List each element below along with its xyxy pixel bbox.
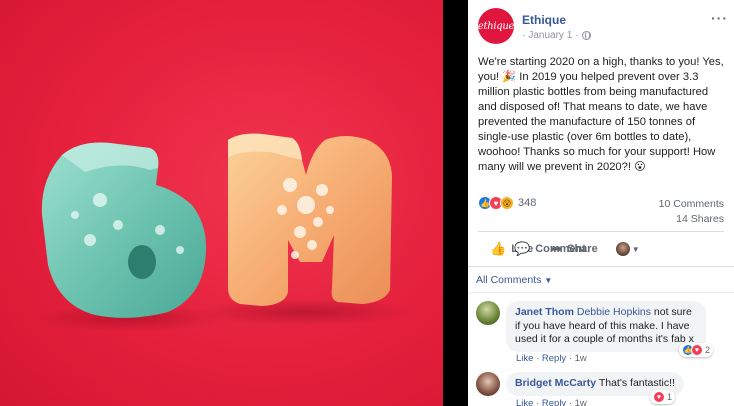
- post-photo[interactable]: [0, 0, 443, 406]
- globe-icon: [581, 31, 591, 40]
- comment-author-link[interactable]: Janet Thom: [515, 306, 574, 318]
- comment-author-link[interactable]: Bridget McCarty: [515, 377, 596, 389]
- page-name-link[interactable]: Ethique: [522, 13, 566, 27]
- comment-time[interactable]: 1w: [575, 353, 587, 364]
- post-actions-bar: 👍 Like 💬 Comment ➦ Share ▼: [478, 237, 724, 261]
- love-icon: ♥: [653, 391, 665, 403]
- meta-separator: ·: [522, 30, 526, 41]
- post-body-text: We're starting 2020 on a high, thanks to…: [478, 56, 724, 173]
- comment-reactions[interactable]: 👍 ♥ 2: [679, 343, 714, 357]
- post-meta: · January 1 ·: [522, 30, 591, 41]
- meta-separator-2: ·: [575, 30, 579, 41]
- comments-count-link[interactable]: 10 Comments: [659, 197, 724, 212]
- soap-6m-image: [35, 133, 415, 332]
- comment-reply-link[interactable]: Reply: [542, 398, 566, 406]
- comment-like-link[interactable]: Like: [516, 398, 533, 406]
- comment-meta: Like · Reply · 1w: [516, 398, 587, 406]
- comment-reactions[interactable]: ♥ 1: [650, 390, 676, 404]
- divider: [468, 292, 734, 293]
- comment-time[interactable]: 1w: [575, 398, 587, 406]
- comment-like-link[interactable]: Like: [516, 353, 533, 364]
- comment-text: That's fantastic!!: [598, 377, 675, 389]
- comment-meta: Like · Reply · 1w: [516, 353, 587, 364]
- comment-reaction-count: 1: [667, 392, 673, 402]
- reactions-summary[interactable]: 👍 ♥ 😮 348: [478, 195, 536, 211]
- comments-filter-label: All Comments: [476, 274, 542, 286]
- comment-mention-link[interactable]: Debbie Hopkins: [577, 306, 651, 318]
- post-date-link[interactable]: January 1: [528, 30, 572, 41]
- comment-bubble: Janet Thom Debbie Hopkins not sure if yo…: [506, 301, 706, 352]
- comment-button-label: Comment: [535, 243, 586, 255]
- thumbs-up-icon: 👍: [490, 241, 507, 256]
- comment-button[interactable]: 💬 Comment: [514, 241, 734, 257]
- post-panel: ethique Ethique · January 1 · ··· We're …: [468, 0, 734, 406]
- page-avatar-logo-text: ethique: [477, 20, 515, 32]
- divider: [478, 231, 724, 232]
- post-header: ethique Ethique · January 1 · ···: [478, 8, 728, 48]
- page-avatar[interactable]: ethique: [478, 8, 514, 44]
- wow-icon: 😮: [500, 196, 514, 210]
- love-icon: ♥: [691, 344, 703, 356]
- divider: [468, 266, 734, 267]
- reaction-count: 348: [518, 197, 537, 209]
- more-options-icon[interactable]: ···: [711, 10, 728, 26]
- engagement-counts: 10 Comments 14 Shares: [659, 197, 724, 227]
- speech-bubble-icon: 💬: [514, 241, 531, 256]
- comment-reaction-count: 2: [705, 345, 711, 355]
- comment-reply-link[interactable]: Reply: [542, 353, 566, 364]
- chevron-down-icon: ▼: [544, 275, 553, 285]
- commenter-avatar[interactable]: [476, 372, 500, 396]
- commenter-avatar[interactable]: [476, 301, 500, 325]
- comments-filter-dropdown[interactable]: All Comments ▼: [476, 274, 552, 286]
- shares-count-link[interactable]: 14 Shares: [659, 212, 724, 227]
- photo-divider: [443, 0, 468, 406]
